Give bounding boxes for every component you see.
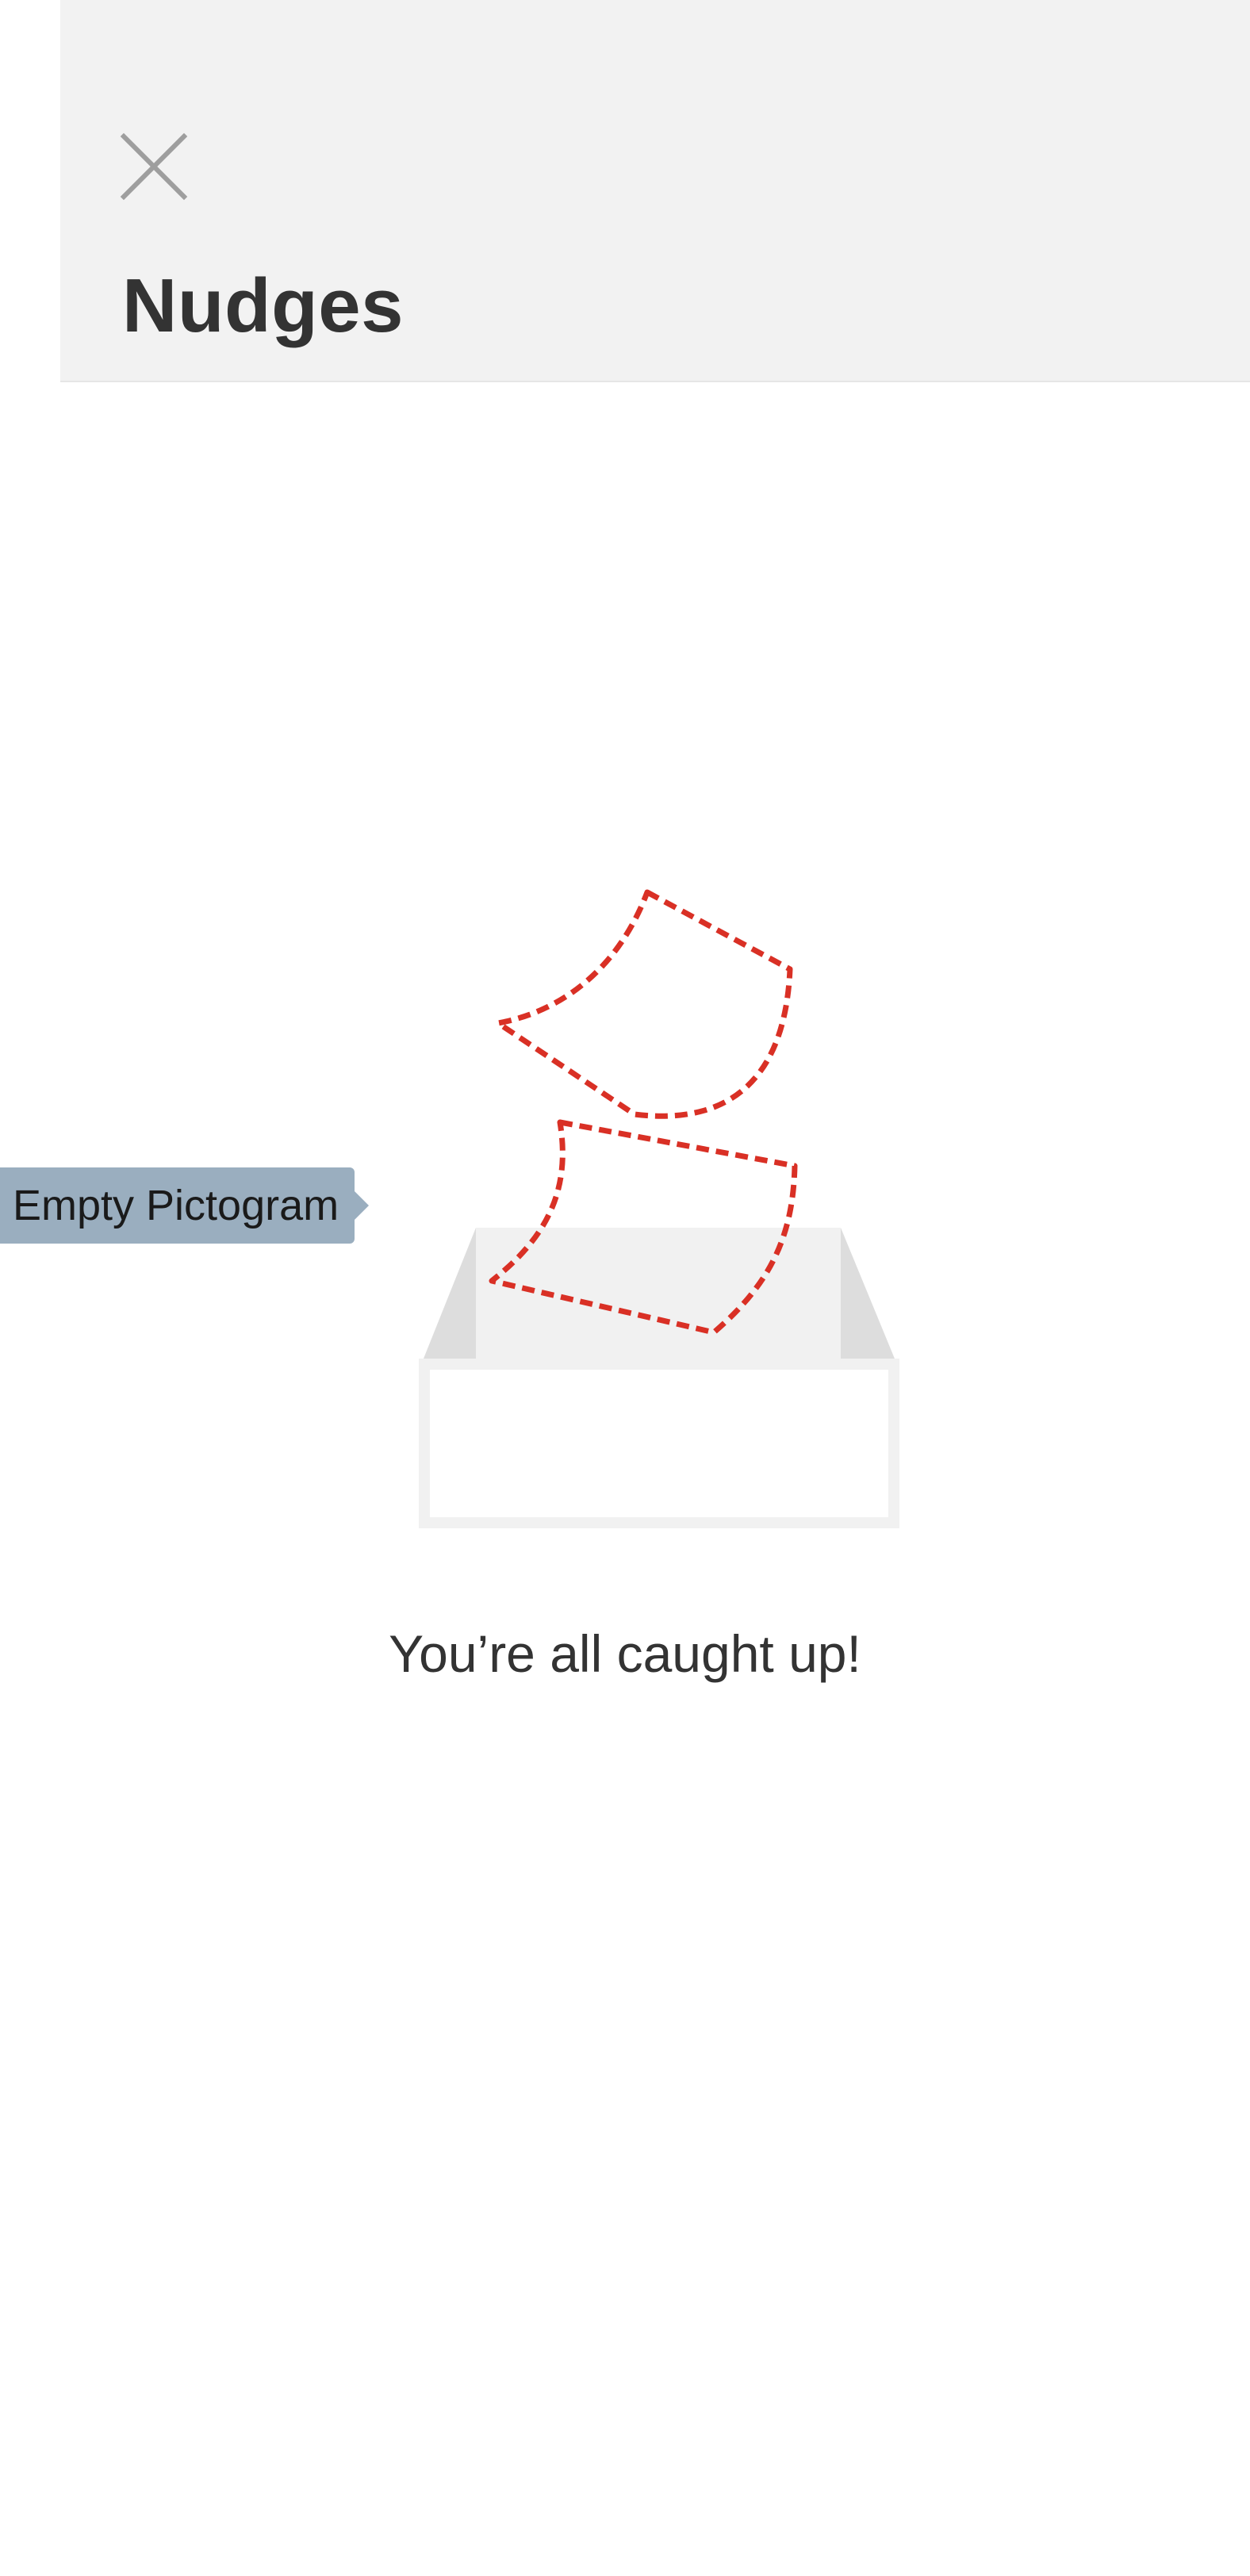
empty-inbox-pictogram (419, 889, 899, 1528)
tray-front (419, 1359, 899, 1528)
pictogram-annotation-label: Empty Pictogram (13, 1182, 339, 1229)
upper-paper-outline (495, 889, 793, 1119)
empty-state-message: You’re all caught up! (389, 1624, 861, 1683)
tray-back-panel (476, 1228, 841, 1370)
page-title: Nudges (122, 263, 405, 348)
close-button[interactable] (114, 127, 194, 206)
tray-right-side (841, 1228, 896, 1363)
nudges-screen: Nudges Empty Pictogram You’re all caught… (0, 0, 1250, 2576)
close-icon (120, 132, 188, 201)
tray-left-side (422, 1228, 476, 1363)
pictogram-annotation-tag: Empty Pictogram (0, 1167, 370, 1244)
header-bar: Nudges (60, 0, 1250, 382)
